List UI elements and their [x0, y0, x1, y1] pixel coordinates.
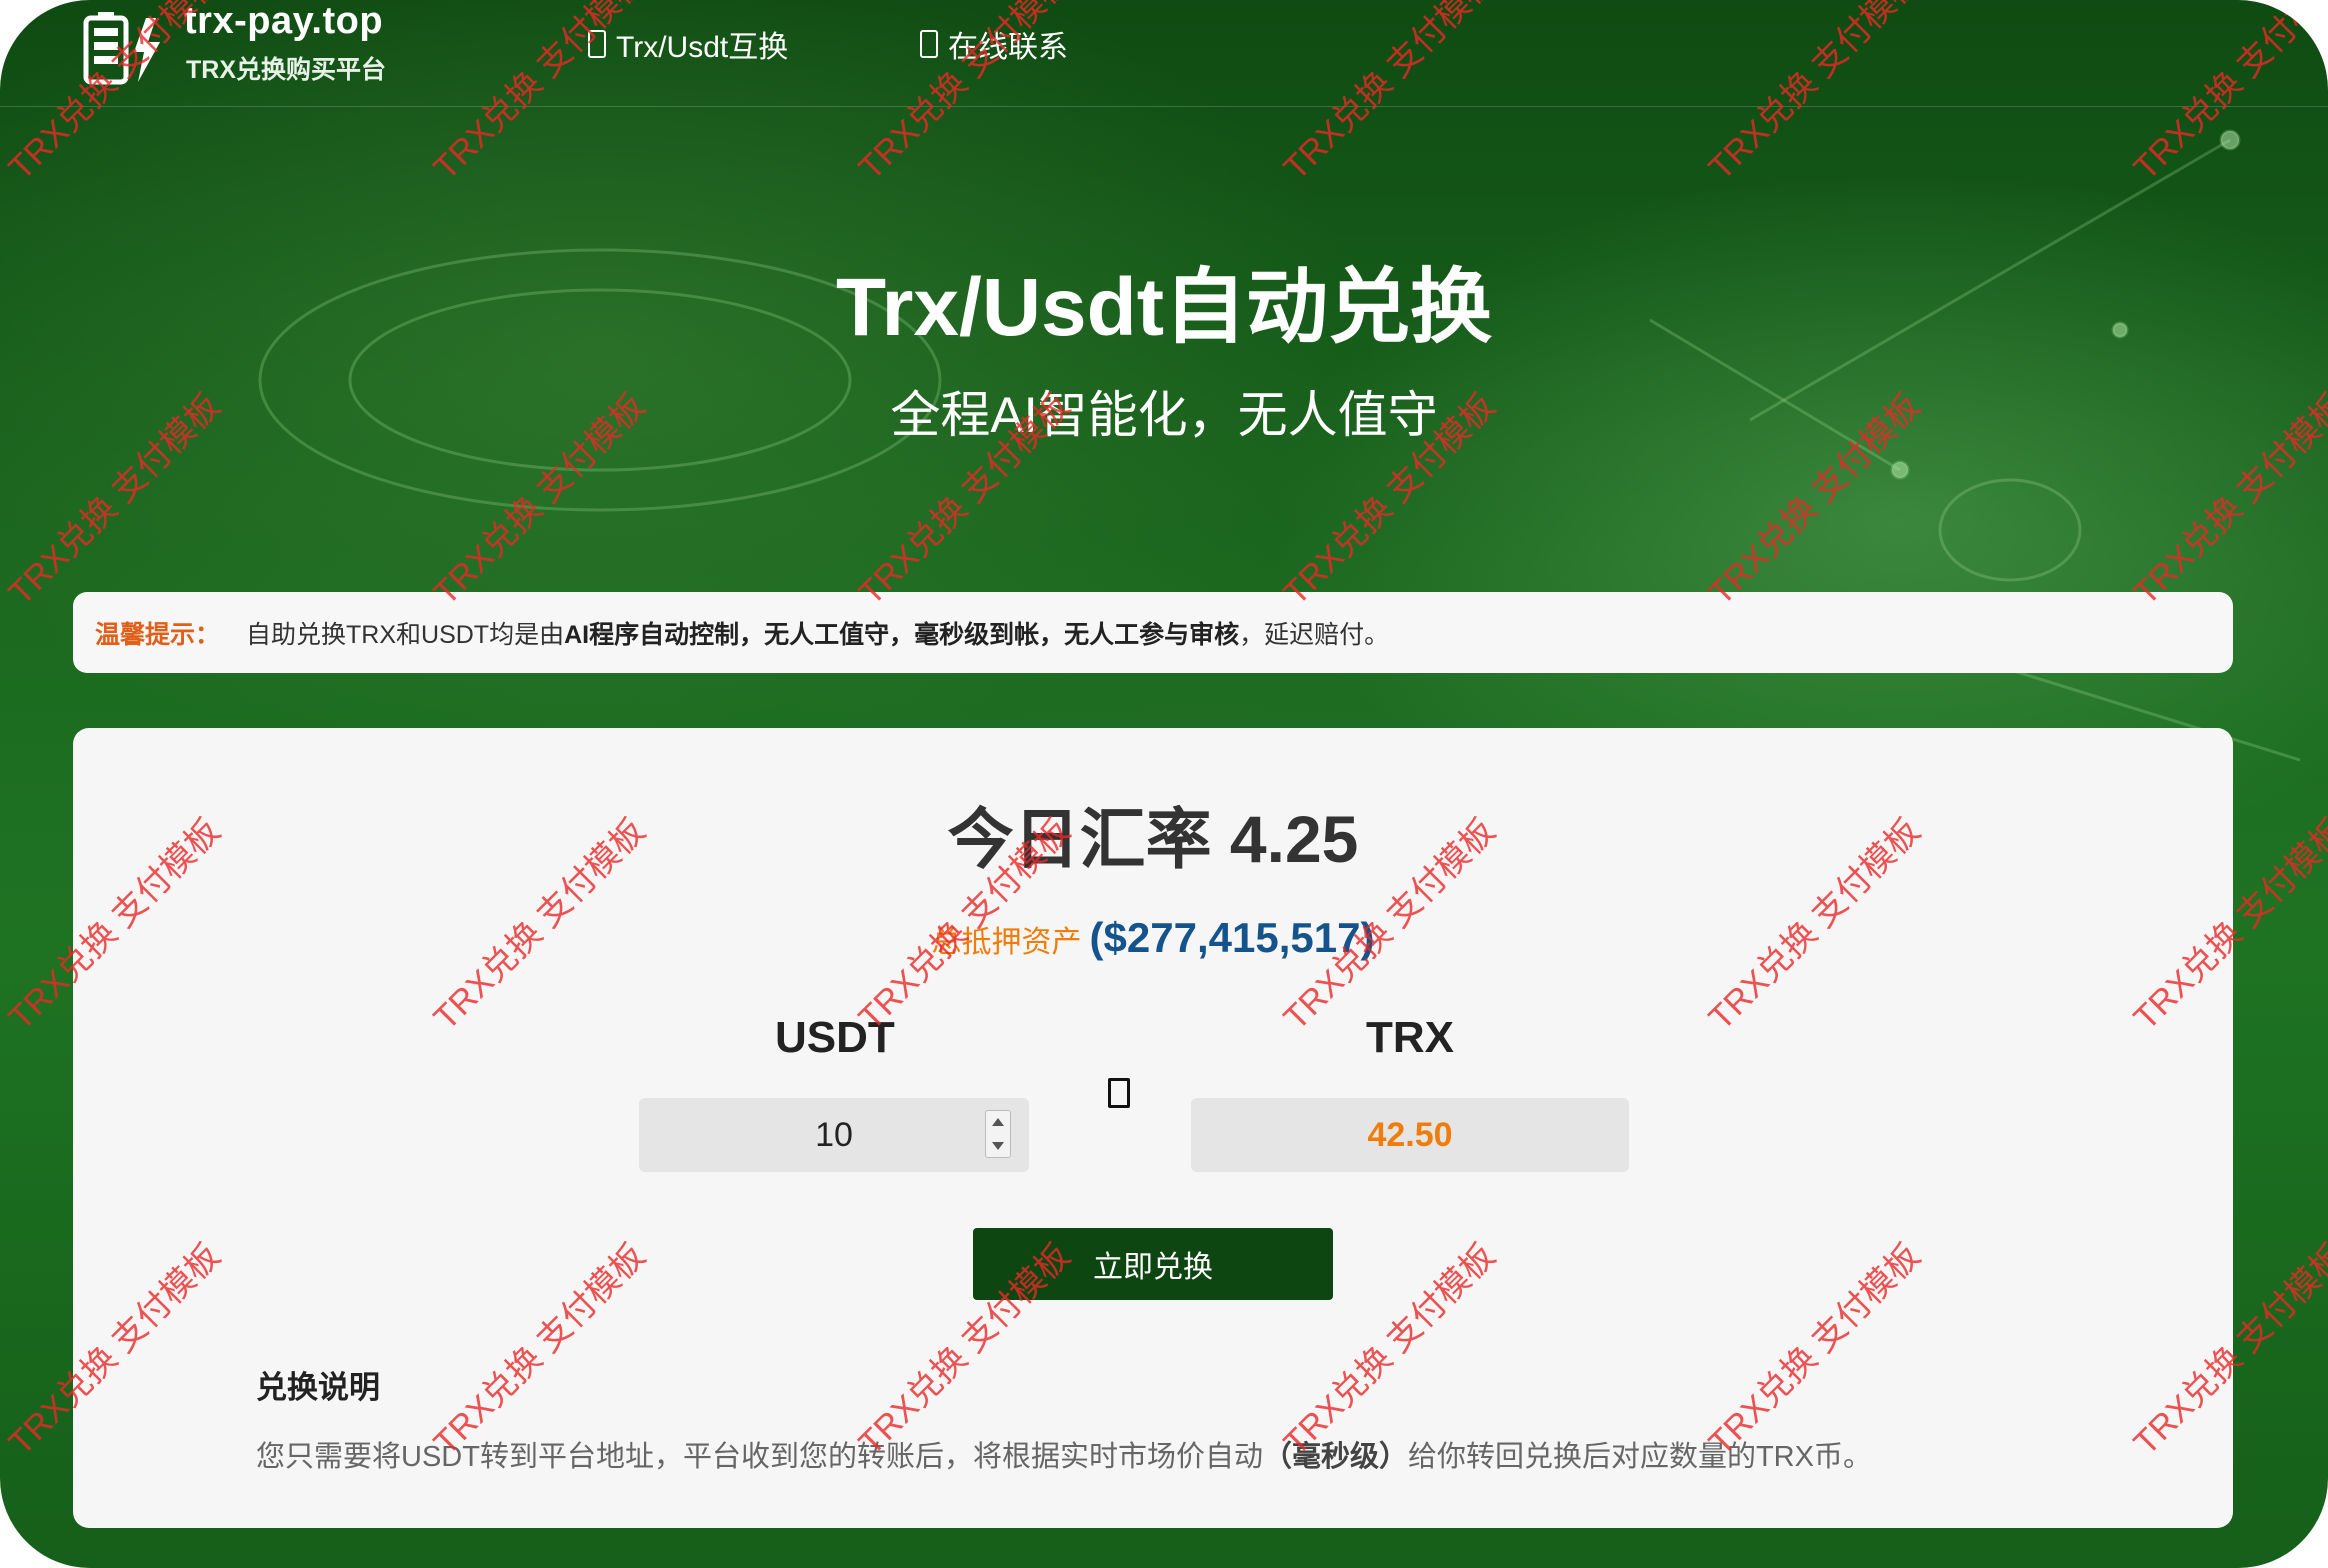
stepper-up-icon[interactable] — [992, 1118, 1004, 1126]
assets-label: 总抵押资产 — [931, 926, 1082, 959]
exchange-now-button[interactable]: 立即兑换 — [973, 1228, 1333, 1300]
quantity-stepper[interactable] — [985, 1110, 1011, 1158]
description-text-part1: 您只需要将USDT转到平台地址，平台收到您的转账后，将根据实时市场价自动 — [256, 1441, 1263, 1473]
top-header: trx-pay.top TRX兑换购买平台 Trx/Usdt互换 在线联系 — [0, 0, 2328, 107]
trx-amount-output: 42.50 — [1191, 1098, 1629, 1172]
total-assets: 总抵押资产 ($277,415,517) — [73, 914, 2233, 962]
nav-exchange-label: Trx/Usdt互换 — [616, 31, 789, 64]
hero-subtitle: 全程AI智能化，无人值守 — [890, 387, 1438, 443]
exchange-icon — [588, 30, 606, 58]
stepper-down-icon[interactable] — [992, 1142, 1004, 1150]
description-text-part3: 给你转回兑换后对应数量的TRX币。 — [1407, 1441, 1872, 1473]
description-text: 您只需要将USDT转到平台地址，平台收到您的转账后，将根据实时市场价自动（毫秒级… — [256, 1433, 1872, 1475]
from-currency-label: USDT — [775, 1013, 895, 1062]
notice-text: 自助兑换TRX和USDT均是由AI程序自动控制，无人工值守，毫秒级到帐，无人工参… — [246, 615, 1389, 651]
notice-text-part1: 自助兑换TRX和USDT均是由 — [246, 620, 565, 649]
nav-contact-label: 在线联系 — [948, 31, 1068, 64]
brand-name[interactable]: trx-pay.top — [184, 0, 383, 43]
notice-text-part3: ，延迟赔付。 — [1239, 620, 1390, 649]
notice-text-bold: AI程序自动控制，无人工值守，毫秒级到帐，无人工参与审核 — [564, 620, 1240, 649]
page-background: trx-pay.top TRX兑换购买平台 Trx/Usdt互换 在线联系 Tr… — [0, 0, 2328, 1568]
hero-title: Trx/Usdt自动兑换 — [835, 262, 1493, 353]
battery-bolt-icon — [83, 12, 160, 85]
nav-contact-link[interactable]: 在线联系 — [920, 22, 1068, 66]
notice-label: 温馨提示： — [95, 620, 221, 649]
brand-subtitle: TRX兑换购买平台 — [186, 56, 387, 84]
description-title: 兑换说明 — [256, 1370, 380, 1405]
trx-amount-value: 42.50 — [1367, 1115, 1453, 1154]
swap-icon[interactable] — [1108, 1078, 1130, 1108]
usdt-amount-input[interactable]: 10 — [639, 1098, 1029, 1172]
description-text-bold: （毫秒级） — [1262, 1441, 1408, 1473]
to-currency-label: TRX — [1366, 1013, 1454, 1062]
assets-value: ($277,415,517) — [1089, 914, 1375, 961]
notice-bar: 温馨提示： 自助兑换TRX和USDT均是由AI程序自动控制，无人工值守，毫秒级到… — [73, 592, 2233, 673]
usdt-amount-value: 10 — [815, 1115, 853, 1154]
nav-exchange-link[interactable]: Trx/Usdt互换 — [588, 22, 788, 66]
exchange-card: 今日汇率 4.25 总抵押资产 ($277,415,517) USDT TRX 1… — [73, 728, 2233, 1528]
contact-icon — [920, 30, 938, 58]
exchange-rate: 今日汇率 4.25 — [947, 802, 1359, 876]
